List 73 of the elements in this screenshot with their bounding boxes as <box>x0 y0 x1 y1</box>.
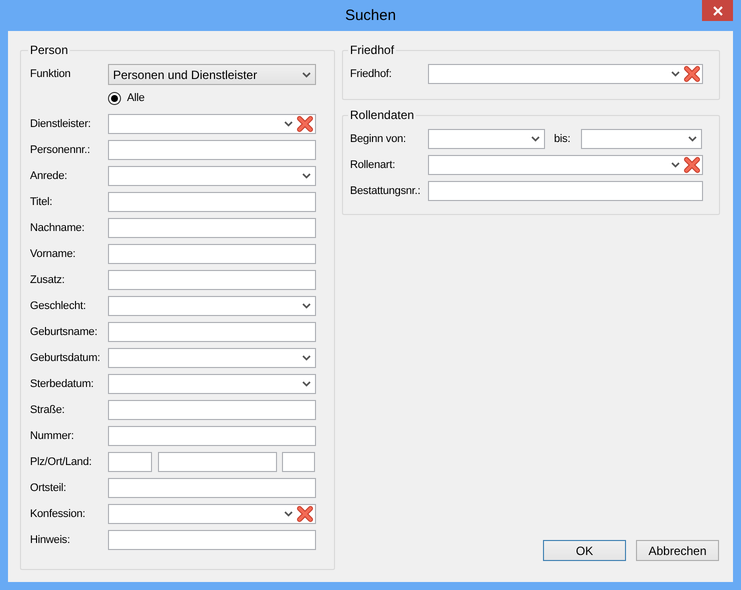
field-label: Friedhof: <box>350 66 393 82</box>
clear-icon[interactable] <box>684 66 700 82</box>
group-title: Person <box>29 42 70 59</box>
field-label: Geschlecht: <box>30 298 87 314</box>
chevron-icon <box>671 162 680 168</box>
field-label: bis: <box>554 132 572 147</box>
text-field[interactable] <box>108 400 316 420</box>
dropdown[interactable] <box>108 166 316 186</box>
text-field[interactable] <box>282 452 315 472</box>
clear-icon[interactable] <box>297 506 313 522</box>
chevron-icon <box>531 136 540 142</box>
chevron-icon <box>284 121 293 127</box>
field-label: Nummer: <box>30 428 75 444</box>
group-title: Rollendaten <box>349 107 416 124</box>
field-label: Plz/Ort/Land: <box>30 454 93 470</box>
window-title: Suchen <box>345 6 396 26</box>
field-label: Konfession: <box>30 506 86 522</box>
dropdown[interactable] <box>428 155 703 175</box>
text-field[interactable] <box>108 322 316 342</box>
field-label: Straße: <box>30 402 66 418</box>
chevron-icon <box>302 173 311 179</box>
text-field[interactable] <box>108 140 316 160</box>
dropdown[interactable]: Personen und Dienstleister <box>108 64 316 85</box>
dialog-button[interactable]: Abbrechen <box>636 540 719 561</box>
dialog-button[interactable]: OK <box>543 540 626 561</box>
clear-icon[interactable] <box>297 116 313 132</box>
field-label: Dienstleister: <box>30 116 92 132</box>
chevron-icon <box>302 381 311 387</box>
field-label: Alle <box>127 90 145 106</box>
field-label: Bestattungsnr.: <box>350 184 422 199</box>
close-icon <box>712 6 722 16</box>
text-field[interactable] <box>108 270 316 290</box>
field-label: Personennr.: <box>30 142 91 158</box>
field-label: Geburtsname: <box>30 324 98 340</box>
field-label: Funktion <box>30 67 72 82</box>
chevron-icon <box>302 355 311 361</box>
dropdown[interactable] <box>581 129 702 149</box>
chevron-icon <box>302 303 311 309</box>
field-label: Ortsteil: <box>30 480 68 496</box>
close-button[interactable] <box>702 0 733 21</box>
text-field[interactable] <box>108 530 316 550</box>
text-field[interactable] <box>108 192 316 212</box>
field-label: Nachname: <box>30 220 86 236</box>
chevron-icon <box>671 71 680 77</box>
radio-button[interactable] <box>108 92 121 104</box>
dropdown[interactable] <box>108 348 316 368</box>
field-label: Vorname: <box>30 246 76 262</box>
dropdown[interactable] <box>108 114 316 134</box>
text-field[interactable] <box>428 181 703 201</box>
chevron-icon <box>302 72 311 78</box>
text-field[interactable] <box>108 244 316 264</box>
field-label: Beginn von: <box>350 132 407 147</box>
dropdown[interactable] <box>108 296 316 316</box>
text-field[interactable] <box>108 478 316 498</box>
clear-icon[interactable] <box>684 157 700 173</box>
chevron-icon <box>688 136 697 142</box>
field-label: Sterbedatum: <box>30 376 95 392</box>
text-field[interactable] <box>108 218 316 238</box>
chevron-icon <box>284 511 293 517</box>
text-field[interactable] <box>108 426 316 446</box>
field-label: Titel: <box>30 194 54 210</box>
field-label: Geburtsdatum: <box>30 350 102 366</box>
field-label: Hinweis: <box>30 532 71 548</box>
dropdown[interactable] <box>428 129 545 149</box>
text-field[interactable] <box>158 452 277 472</box>
group-title: Friedhof <box>349 42 396 59</box>
dropdown[interactable] <box>108 504 316 524</box>
field-label: Anrede: <box>30 168 68 184</box>
dropdown[interactable] <box>428 64 703 84</box>
field-label: Zusatz: <box>30 272 66 288</box>
field-label: Rollenart: <box>350 158 396 173</box>
dropdown[interactable] <box>108 374 316 394</box>
text-field[interactable] <box>108 452 152 472</box>
